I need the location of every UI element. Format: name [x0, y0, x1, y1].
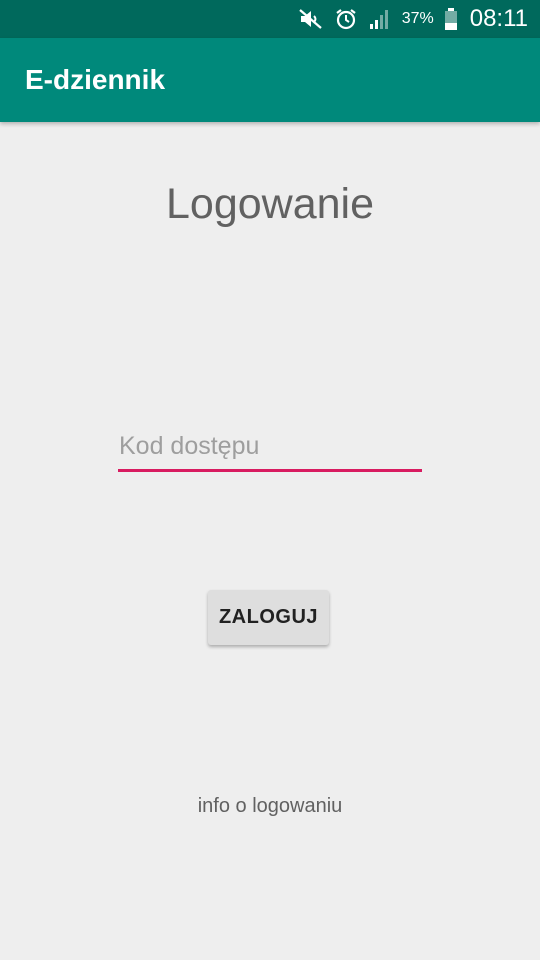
battery-icon: [444, 7, 458, 31]
login-info-link[interactable]: info o logowaniu: [0, 795, 540, 818]
app-bar: E-dziennik: [0, 38, 540, 122]
page-title: Logowanie: [165, 180, 374, 228]
mute-icon: [298, 8, 324, 30]
clock: 08:11: [469, 5, 528, 32]
app-title: E-dziennik: [25, 64, 166, 95]
signal-icon: [368, 8, 392, 30]
login-button[interactable]: ZALOGUJ: [208, 590, 329, 645]
battery-percentage: 37%: [401, 10, 434, 27]
status-bar: 37% 08:11: [0, 0, 540, 38]
status-icons: 37% 08:11: [298, 0, 528, 38]
access-code-input[interactable]: [118, 430, 422, 472]
alarm-icon: [334, 7, 358, 31]
